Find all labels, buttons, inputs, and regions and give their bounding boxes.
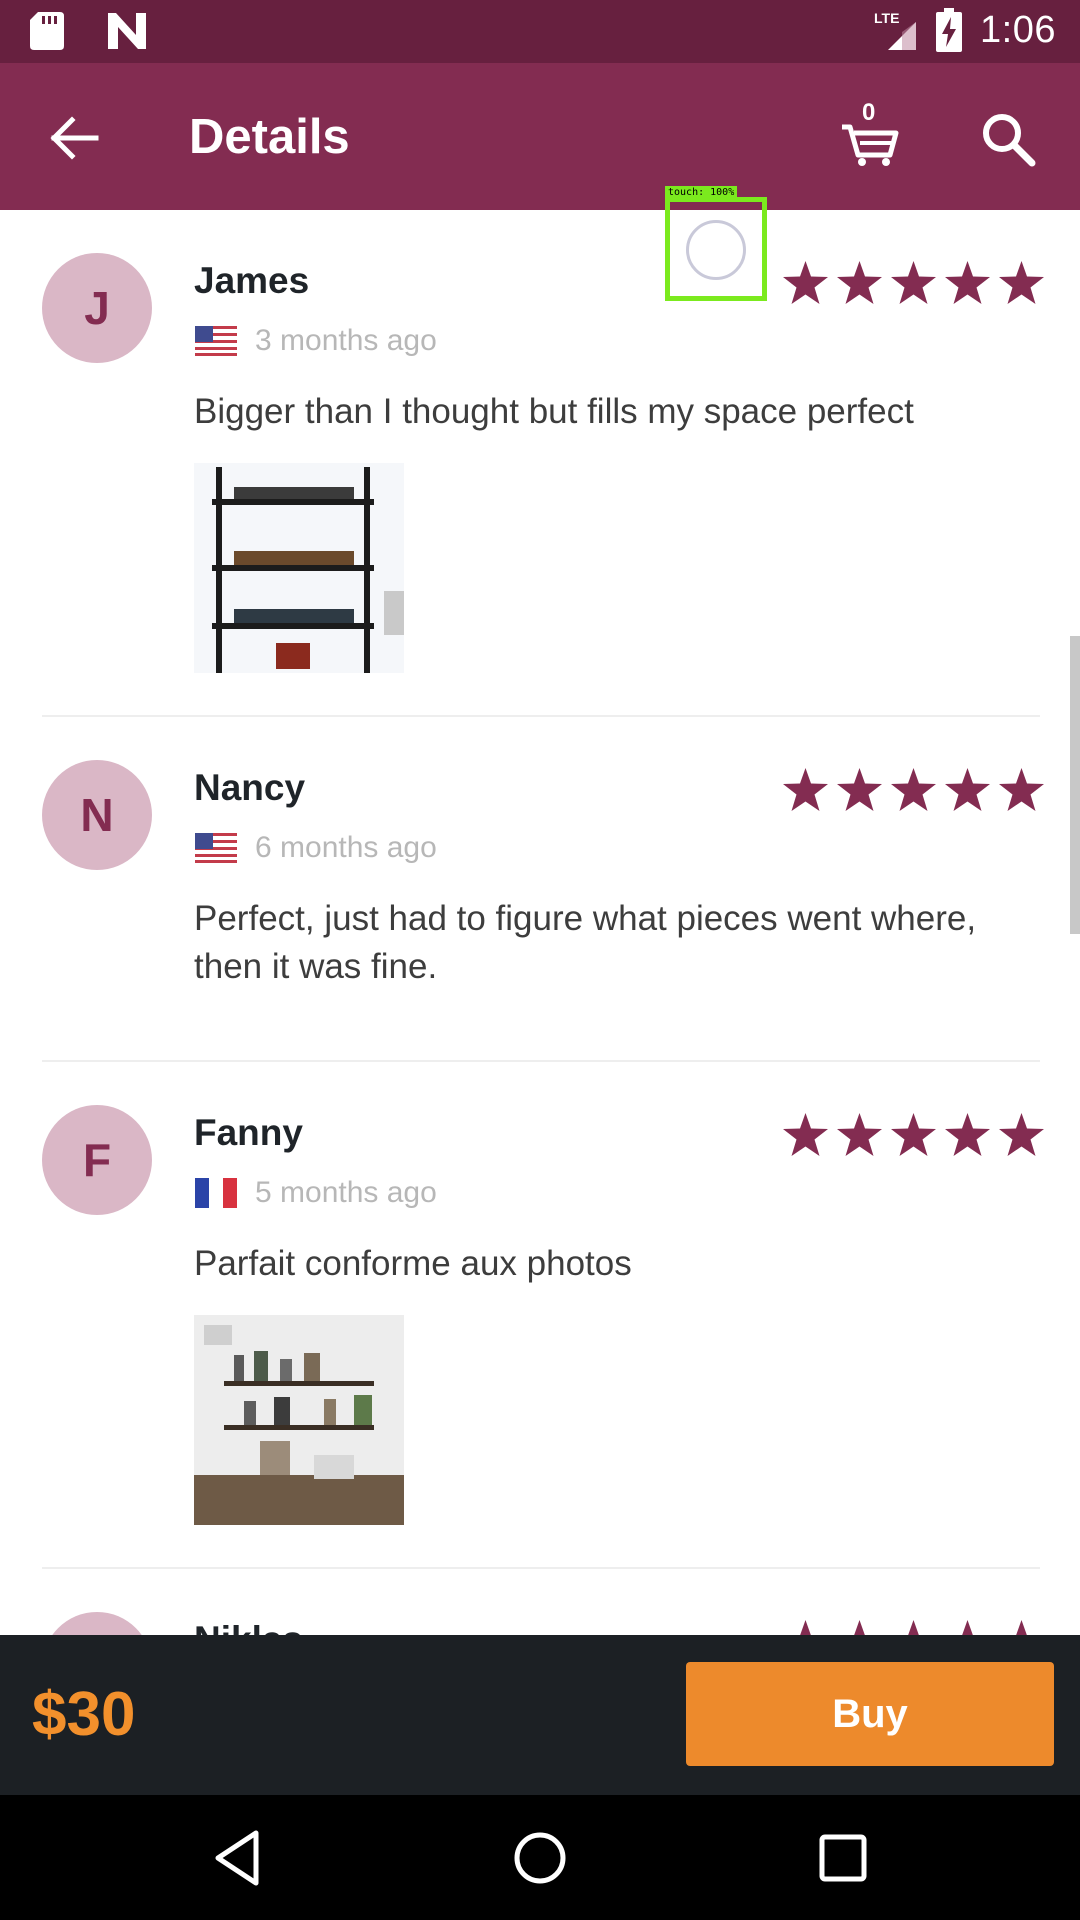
reviewer-name: James xyxy=(194,260,310,301)
star-icon xyxy=(999,1113,1044,1156)
review-text: Perfect, just had to figure what pieces … xyxy=(194,899,977,986)
review-photo[interactable] xyxy=(194,1315,404,1525)
back-arrow-icon[interactable] xyxy=(46,111,100,165)
buy-button[interactable]: Buy xyxy=(686,1662,1054,1766)
recents-square-icon[interactable] xyxy=(810,1825,876,1891)
page-title: Details xyxy=(189,110,350,164)
rating-stars xyxy=(782,1112,1045,1157)
star-icon xyxy=(962,1620,973,1635)
us-flag-icon xyxy=(195,833,237,863)
navigation-bar xyxy=(0,1795,1080,1920)
n-logo-icon xyxy=(108,13,146,49)
review-item: J James 3 months ago Bigger than I thoug… xyxy=(0,210,1080,715)
sd-card-icon xyxy=(30,12,64,50)
fr-flag-icon xyxy=(195,1178,237,1208)
us-flag-icon xyxy=(195,326,237,356)
star-icon xyxy=(837,768,882,811)
avatar: J xyxy=(42,253,152,363)
avatar: F xyxy=(42,1105,152,1215)
app-bar: Details 0 xyxy=(0,63,1080,210)
rating-stars xyxy=(782,260,1045,305)
scrollbar[interactable] xyxy=(1070,636,1080,934)
cart-count-badge: 0 xyxy=(862,99,876,126)
system-icons: LTE 1:06 xyxy=(874,6,1056,54)
signal-icon: LTE xyxy=(874,6,918,54)
star-icon xyxy=(908,1620,919,1635)
star-icon xyxy=(837,1113,882,1156)
star-icon xyxy=(891,261,936,304)
star-icon xyxy=(945,768,990,811)
review-text: Parfait conforme aux photos xyxy=(194,1244,632,1283)
star-icon xyxy=(891,1113,936,1156)
review-time: 3 months ago xyxy=(255,324,437,357)
star-icon xyxy=(999,768,1044,811)
review-text: Bigger than I thought but fills my space… xyxy=(194,392,914,431)
star-icon xyxy=(891,768,936,811)
reviews-list[interactable]: J James 3 months ago Bigger than I thoug… xyxy=(0,210,1080,1635)
back-triangle-icon[interactable] xyxy=(204,1825,270,1891)
review-item: N Nancy 6 months ago Perfect, just had t… xyxy=(0,717,1080,1057)
avatar: N xyxy=(42,760,152,870)
touch-indicator-label: touch: 100% xyxy=(665,186,738,200)
reviewer-name: Fanny xyxy=(194,1112,303,1153)
review-time: 6 months ago xyxy=(255,831,437,864)
reviewer-name: Nancy xyxy=(194,767,306,808)
rating-stars xyxy=(782,767,1045,812)
status-bar: LTE 1:06 xyxy=(0,0,1080,63)
avatar xyxy=(42,1612,152,1635)
screen: LTE 1:06 Details 0 J James 3 months ago … xyxy=(0,0,1080,1920)
touch-indicator-box xyxy=(665,197,767,301)
star-icon xyxy=(800,1620,811,1635)
star-icon xyxy=(1016,1620,1027,1635)
star-icon xyxy=(945,1113,990,1156)
clock: 1:06 xyxy=(980,8,1056,51)
search-icon[interactable] xyxy=(980,111,1036,167)
star-icon xyxy=(837,261,882,304)
review-photo[interactable] xyxy=(194,463,404,673)
battery-charging-icon xyxy=(936,8,963,52)
home-circle-icon[interactable] xyxy=(507,1825,573,1891)
star-icon xyxy=(945,261,990,304)
review-item: Niklas xyxy=(0,1569,1080,1635)
purchase-bar: $30 Buy xyxy=(0,1635,1080,1795)
reviewer-name: Niklas xyxy=(194,1619,303,1635)
rating-stars xyxy=(782,1619,1045,1635)
review-item: F Fanny 5 months ago Parfait conforme au… xyxy=(0,1062,1080,1567)
star-icon xyxy=(783,768,828,811)
star-icon xyxy=(783,1113,828,1156)
star-icon xyxy=(999,261,1044,304)
notification-icons xyxy=(30,12,148,50)
review-time: 5 months ago xyxy=(255,1176,437,1209)
star-icon xyxy=(783,261,828,304)
price: $30 xyxy=(32,1680,136,1749)
star-icon xyxy=(854,1620,865,1635)
